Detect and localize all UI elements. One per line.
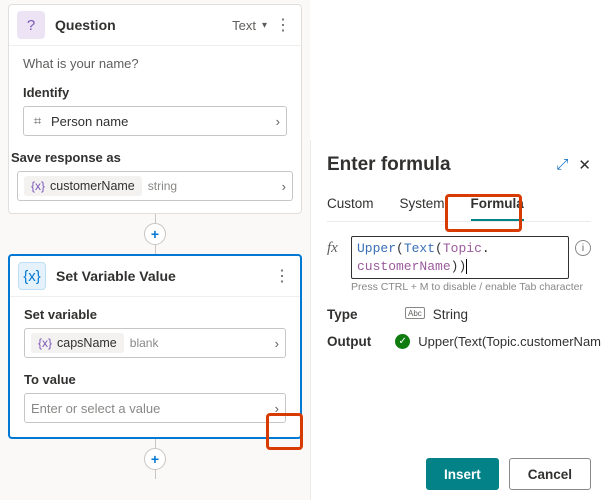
- expand-icon[interactable]: ⤢: [556, 156, 568, 174]
- chevron-down-icon[interactable]: ▾: [262, 20, 267, 31]
- check-icon: ✓: [395, 334, 410, 349]
- formula-hint: Press CTRL + M to disable / enable Tab c…: [351, 281, 591, 293]
- question-card: ? Question Text ▾ ⋮ What is your name? I…: [8, 4, 302, 214]
- question-icon: ?: [17, 11, 45, 39]
- set-variable-card: {x} Set Variable Value ⋮ Set variable {x…: [8, 254, 302, 439]
- identify-value: Person name: [51, 114, 128, 129]
- connector: +: [8, 214, 302, 254]
- formula-panel: Enter formula ⤢ ✕ Custom System Formula …: [310, 140, 601, 500]
- panel-tabs: Custom System Formula: [327, 190, 591, 222]
- question-type-label[interactable]: Text: [232, 18, 256, 33]
- chevron-right-icon[interactable]: ›: [275, 401, 279, 416]
- variable-type: blank: [130, 336, 159, 350]
- variable-chip[interactable]: {x} capsName: [31, 333, 124, 353]
- save-response-label: Save response as: [11, 150, 293, 165]
- formula-input[interactable]: Upper(Text(Topic.customerName)): [351, 236, 569, 279]
- to-value-field[interactable]: Enter or select a value ›: [24, 393, 286, 423]
- question-card-header: ? Question Text ▾ ⋮: [9, 5, 301, 46]
- variable-chip[interactable]: {x} customerName: [24, 176, 142, 196]
- entity-icon: ⌗: [30, 114, 45, 129]
- variable-icon: {x}: [31, 179, 45, 193]
- tab-system[interactable]: System: [400, 196, 445, 221]
- type-label: Type: [327, 307, 381, 322]
- panel-title: Enter formula: [327, 154, 451, 176]
- variable-name: customerName: [50, 179, 135, 193]
- add-node-button[interactable]: +: [144, 448, 166, 470]
- string-type-icon: Abc: [405, 307, 425, 319]
- fx-label: fx: [327, 236, 345, 257]
- set-variable-field[interactable]: {x} capsName blank ›: [24, 328, 286, 358]
- connector: +: [8, 439, 302, 479]
- info-icon[interactable]: i: [575, 240, 591, 256]
- chevron-right-icon[interactable]: ›: [276, 114, 280, 129]
- insert-button[interactable]: Insert: [426, 458, 499, 490]
- chevron-right-icon[interactable]: ›: [275, 336, 279, 351]
- add-node-button[interactable]: +: [144, 223, 166, 245]
- tab-custom[interactable]: Custom: [327, 196, 374, 221]
- chevron-right-icon[interactable]: ›: [282, 179, 286, 194]
- card-title: Question: [55, 17, 232, 33]
- to-value-placeholder: Enter or select a value: [31, 401, 160, 416]
- variable-name: capsName: [57, 336, 117, 350]
- save-response-field[interactable]: {x} customerName string ›: [17, 171, 293, 201]
- cancel-button[interactable]: Cancel: [509, 458, 591, 490]
- variable-type: string: [148, 179, 177, 193]
- setvar-card-header: {x} Set Variable Value ⋮: [10, 256, 300, 297]
- card-title: Set Variable Value: [56, 268, 272, 284]
- type-value: String: [433, 307, 468, 322]
- question-prompt: What is your name?: [23, 56, 287, 71]
- variable-icon: {x}: [38, 336, 52, 350]
- more-icon[interactable]: ⋮: [272, 266, 292, 286]
- more-icon[interactable]: ⋮: [273, 15, 293, 35]
- tab-formula[interactable]: Formula: [471, 196, 524, 221]
- output-value: Upper(Text(Topic.customerName)): [418, 334, 601, 351]
- identify-label: Identify: [23, 85, 287, 100]
- set-variable-label: Set variable: [24, 307, 286, 322]
- to-value-label: To value: [24, 372, 286, 387]
- output-label: Output: [327, 334, 371, 349]
- close-icon[interactable]: ✕: [578, 156, 591, 174]
- identify-field[interactable]: ⌗ Person name ›: [23, 106, 287, 136]
- variable-icon: {x}: [18, 262, 46, 290]
